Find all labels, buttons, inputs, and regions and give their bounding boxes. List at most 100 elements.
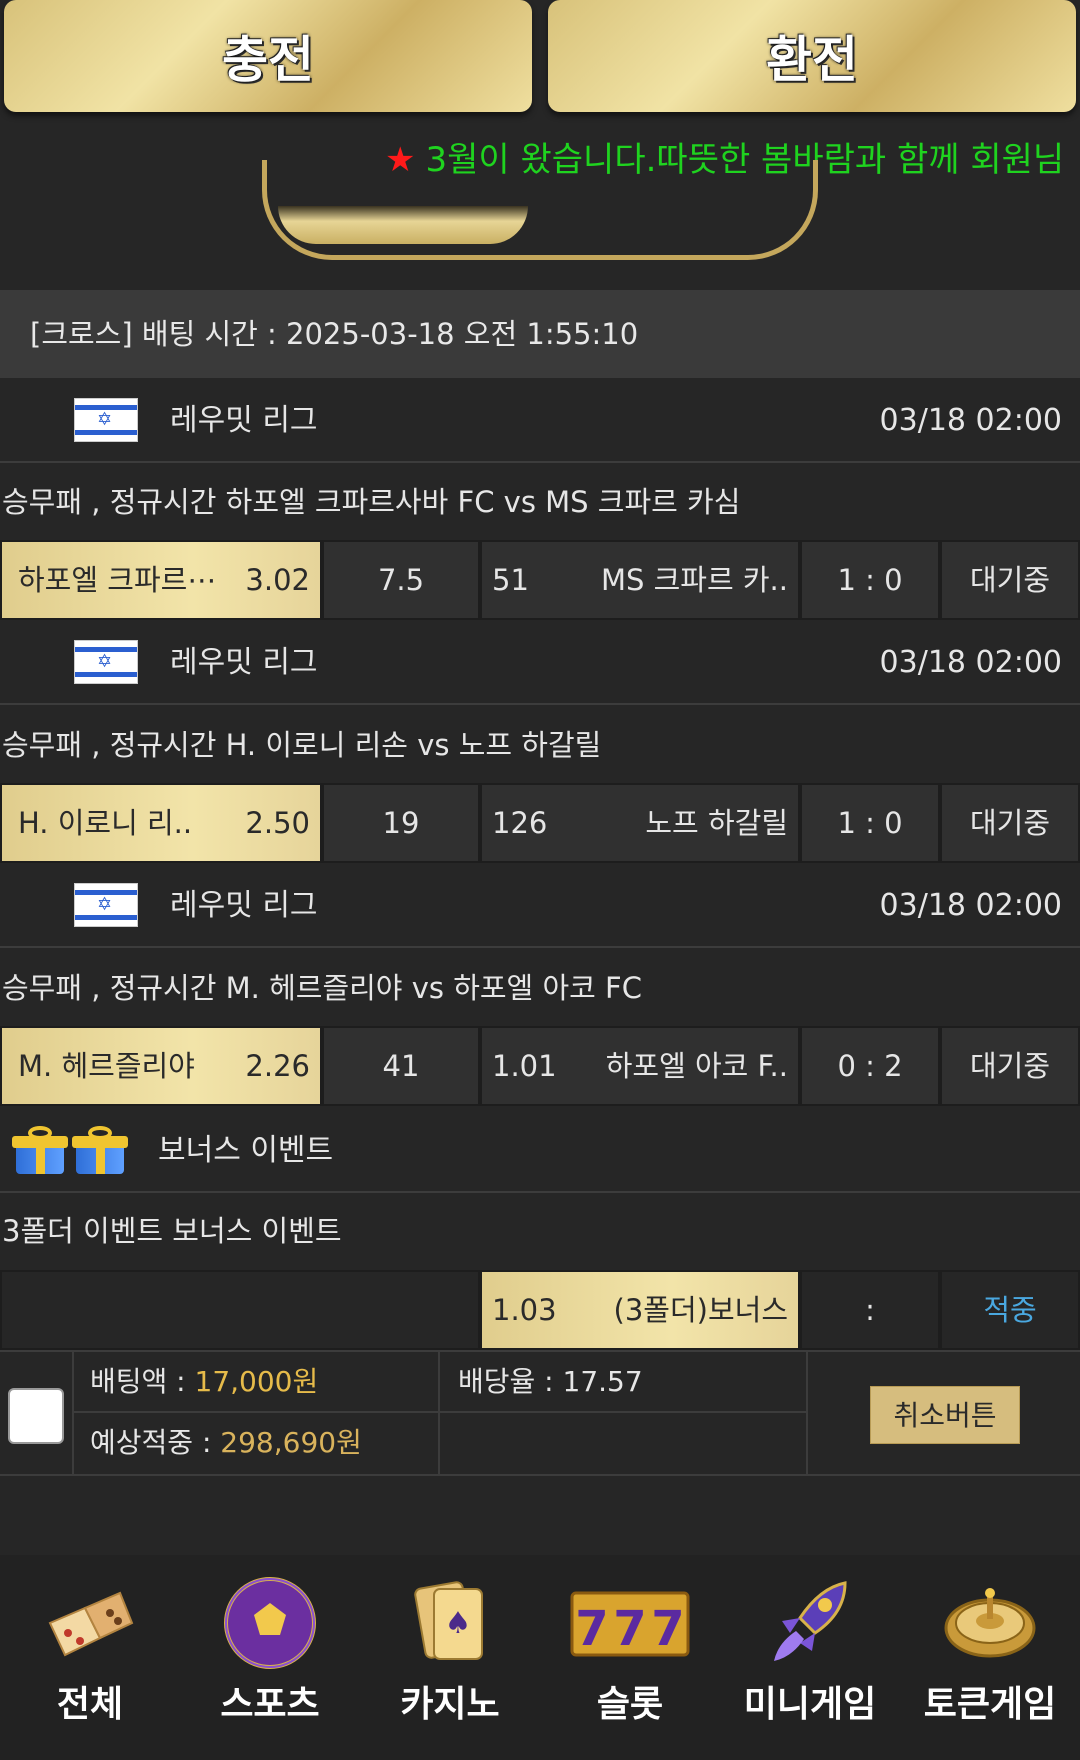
bonus-league-name: 보너스 이벤트: [158, 1133, 334, 1168]
bet-amount-label: 배팅액 :: [90, 1365, 195, 1398]
score: 1 : 0: [837, 806, 903, 840]
gift-icon: [12, 1126, 68, 1176]
match-time: 03/18 02:00: [879, 888, 1062, 923]
odds-row: 하포엘 크파르⋯ 3.02 7.5 51 MS 크파르 카.. 1 : 0 대기…: [0, 540, 1080, 620]
nav-label: 슬롯: [596, 1684, 664, 1725]
gift-icon: [72, 1126, 128, 1176]
home-odds-button[interactable]: H. 이로니 리.. 2.50: [0, 783, 322, 863]
draw-odds: 41: [382, 1049, 420, 1083]
away-odds-button[interactable]: 51 MS 크파르 카..: [480, 540, 800, 620]
home-odds: 2.26: [245, 1049, 310, 1083]
home-odds-button[interactable]: M. 헤르즐리야 2.26: [0, 1026, 322, 1106]
select-checkbox[interactable]: [8, 1388, 64, 1444]
expected-win-value: 298,690원: [220, 1426, 362, 1459]
draw-odds-button[interactable]: 41: [322, 1026, 480, 1106]
nav-label: 토큰게임: [923, 1684, 1057, 1725]
league-name: 레우밋 리그: [170, 888, 318, 923]
nav-item-all[interactable]: 전체: [0, 1555, 180, 1760]
expected-win: 예상적중 : 298,690원: [74, 1413, 440, 1474]
nav-label: 미니게임: [743, 1684, 877, 1725]
home-team: M. 헤르즐리야: [18, 1049, 195, 1083]
score: 1 : 0: [837, 563, 903, 597]
odds-rate: 배당율 : 17.57: [440, 1352, 808, 1413]
score-cell: 1 : 0: [800, 540, 940, 620]
svg-text:7: 7: [651, 1601, 684, 1657]
empty-cell: [440, 1413, 808, 1474]
away-odds: 126: [492, 806, 548, 840]
nav-item-minigame[interactable]: 미니게임: [720, 1555, 900, 1760]
home-odds: 2.50: [245, 806, 310, 840]
away-team: 하포엘 아코 F..: [605, 1049, 788, 1083]
league-row: ✡ 레우밋 리그 03/18 02:00: [0, 378, 1080, 463]
soccer-ball-icon: [224, 1577, 316, 1669]
bonus-odds-row: 1.03 (3폴더)보너스 : 적중: [0, 1270, 1080, 1350]
status-badge: 대기중: [969, 806, 1051, 840]
bet-amount: 배팅액 : 17,000원: [74, 1352, 440, 1413]
draw-odds: 7.5: [377, 563, 425, 597]
decorative-tab: [278, 206, 528, 244]
match-title: 승무패 , 정규시간 하포엘 크파르사바 FC vs MS 크파르 카심: [2, 485, 741, 519]
score-cell: 1 : 0: [800, 783, 940, 863]
nav-item-slot[interactable]: 7 7 7 슬롯: [540, 1555, 720, 1760]
exchange-button[interactable]: 환전: [548, 0, 1076, 112]
score-cell: 0 : 2: [800, 1026, 940, 1106]
odds-row: H. 이로니 리.. 2.50 19 126 노프 하갈릴 1 : 0 대기중: [0, 783, 1080, 863]
score: :: [865, 1293, 875, 1327]
svg-text:7: 7: [575, 1601, 608, 1657]
status-cell: 대기중: [940, 1026, 1080, 1106]
away-team: 노프 하갈릴: [645, 806, 788, 840]
draw-odds-button[interactable]: 7.5: [322, 540, 480, 620]
status-cell: 대기중: [940, 783, 1080, 863]
nav-label: 전체: [56, 1684, 124, 1725]
israel-flag-icon: ✡: [74, 398, 138, 442]
status-cell: 대기중: [940, 540, 1080, 620]
match-time: 03/18 02:00: [879, 403, 1062, 438]
svg-text:♠: ♠: [445, 1606, 472, 1641]
league-row: ✡ 레우밋 리그 03/18 02:00: [0, 863, 1080, 948]
rocket-icon: [774, 1581, 847, 1661]
draw-odds: 19: [382, 806, 420, 840]
nav-label: 카지노: [400, 1684, 500, 1725]
svg-text:7: 7: [613, 1601, 646, 1657]
slot-777-icon: 7 7 7: [570, 1591, 690, 1657]
match-title: 승무패 , 정규시간 H. 이로니 리손 vs 노프 하갈릴: [2, 728, 602, 762]
league-row: ✡ 레우밋 리그 03/18 02:00: [0, 620, 1080, 705]
bet-summary: 배팅액 : 17,000원 예상적중 : 298,690원 배당율 : 17.5…: [0, 1350, 1080, 1476]
dice-icon: [48, 1591, 134, 1657]
nav-item-casino[interactable]: ♠ 카지노: [360, 1555, 540, 1760]
empty-cell: [0, 1270, 480, 1350]
nav-item-sports[interactable]: 스포츠: [180, 1555, 360, 1760]
cards-icon: ♠: [414, 1581, 483, 1660]
bonus-odds: 1.03: [492, 1293, 557, 1327]
nav-item-token-game[interactable]: 토큰게임: [900, 1555, 1080, 1760]
expected-win-label: 예상적중 :: [90, 1426, 221, 1459]
status-badge: 적중: [983, 1293, 1037, 1327]
home-odds-button[interactable]: 하포엘 크파르⋯ 3.02: [0, 540, 322, 620]
away-odds: 51: [492, 563, 529, 597]
league-name: 레우밋 리그: [170, 645, 318, 680]
away-team: MS 크파르 카..: [600, 563, 788, 597]
home-team: 하포엘 크파르⋯: [18, 563, 217, 597]
score: 0 : 2: [837, 1049, 903, 1083]
away-odds-button[interactable]: 1.01 하포엘 아코 F..: [480, 1026, 800, 1106]
israel-flag-icon: ✡: [74, 883, 138, 927]
status-badge: 대기중: [969, 563, 1051, 597]
away-odds-button[interactable]: 126 노프 하갈릴: [480, 783, 800, 863]
status-cell: 적중: [940, 1270, 1080, 1350]
roulette-icon: [944, 1588, 1036, 1658]
bonus-title: 3폴더 이벤트 보너스 이벤트: [2, 1214, 342, 1248]
bonus-league-row: 보너스 이벤트: [0, 1108, 1080, 1193]
cancel-button[interactable]: 취소버튼: [870, 1386, 1020, 1444]
draw-odds-button[interactable]: 19: [322, 783, 480, 863]
status-badge: 대기중: [969, 1049, 1051, 1083]
away-odds: 1.01: [492, 1049, 557, 1083]
match-title: 승무패 , 정규시간 M. 헤르즐리야 vs 하포엘 아코 FC: [2, 971, 642, 1005]
bonus-name: (3폴더)보너스: [613, 1293, 788, 1327]
checkbox-cell: [0, 1352, 74, 1474]
score-cell: :: [800, 1270, 940, 1350]
odds-row: M. 헤르즐리야 2.26 41 1.01 하포엘 아코 F.. 0 : 2 대…: [0, 1026, 1080, 1106]
bottom-nav: 전체 스포츠 ♠ 카지노 7 7 7 슬롯 미니게임 토큰게임: [0, 1555, 1080, 1760]
charge-button[interactable]: 충전: [4, 0, 532, 112]
bet-amount-value: 17,000원: [194, 1365, 319, 1398]
bonus-odds-button[interactable]: 1.03 (3폴더)보너스: [480, 1270, 800, 1350]
